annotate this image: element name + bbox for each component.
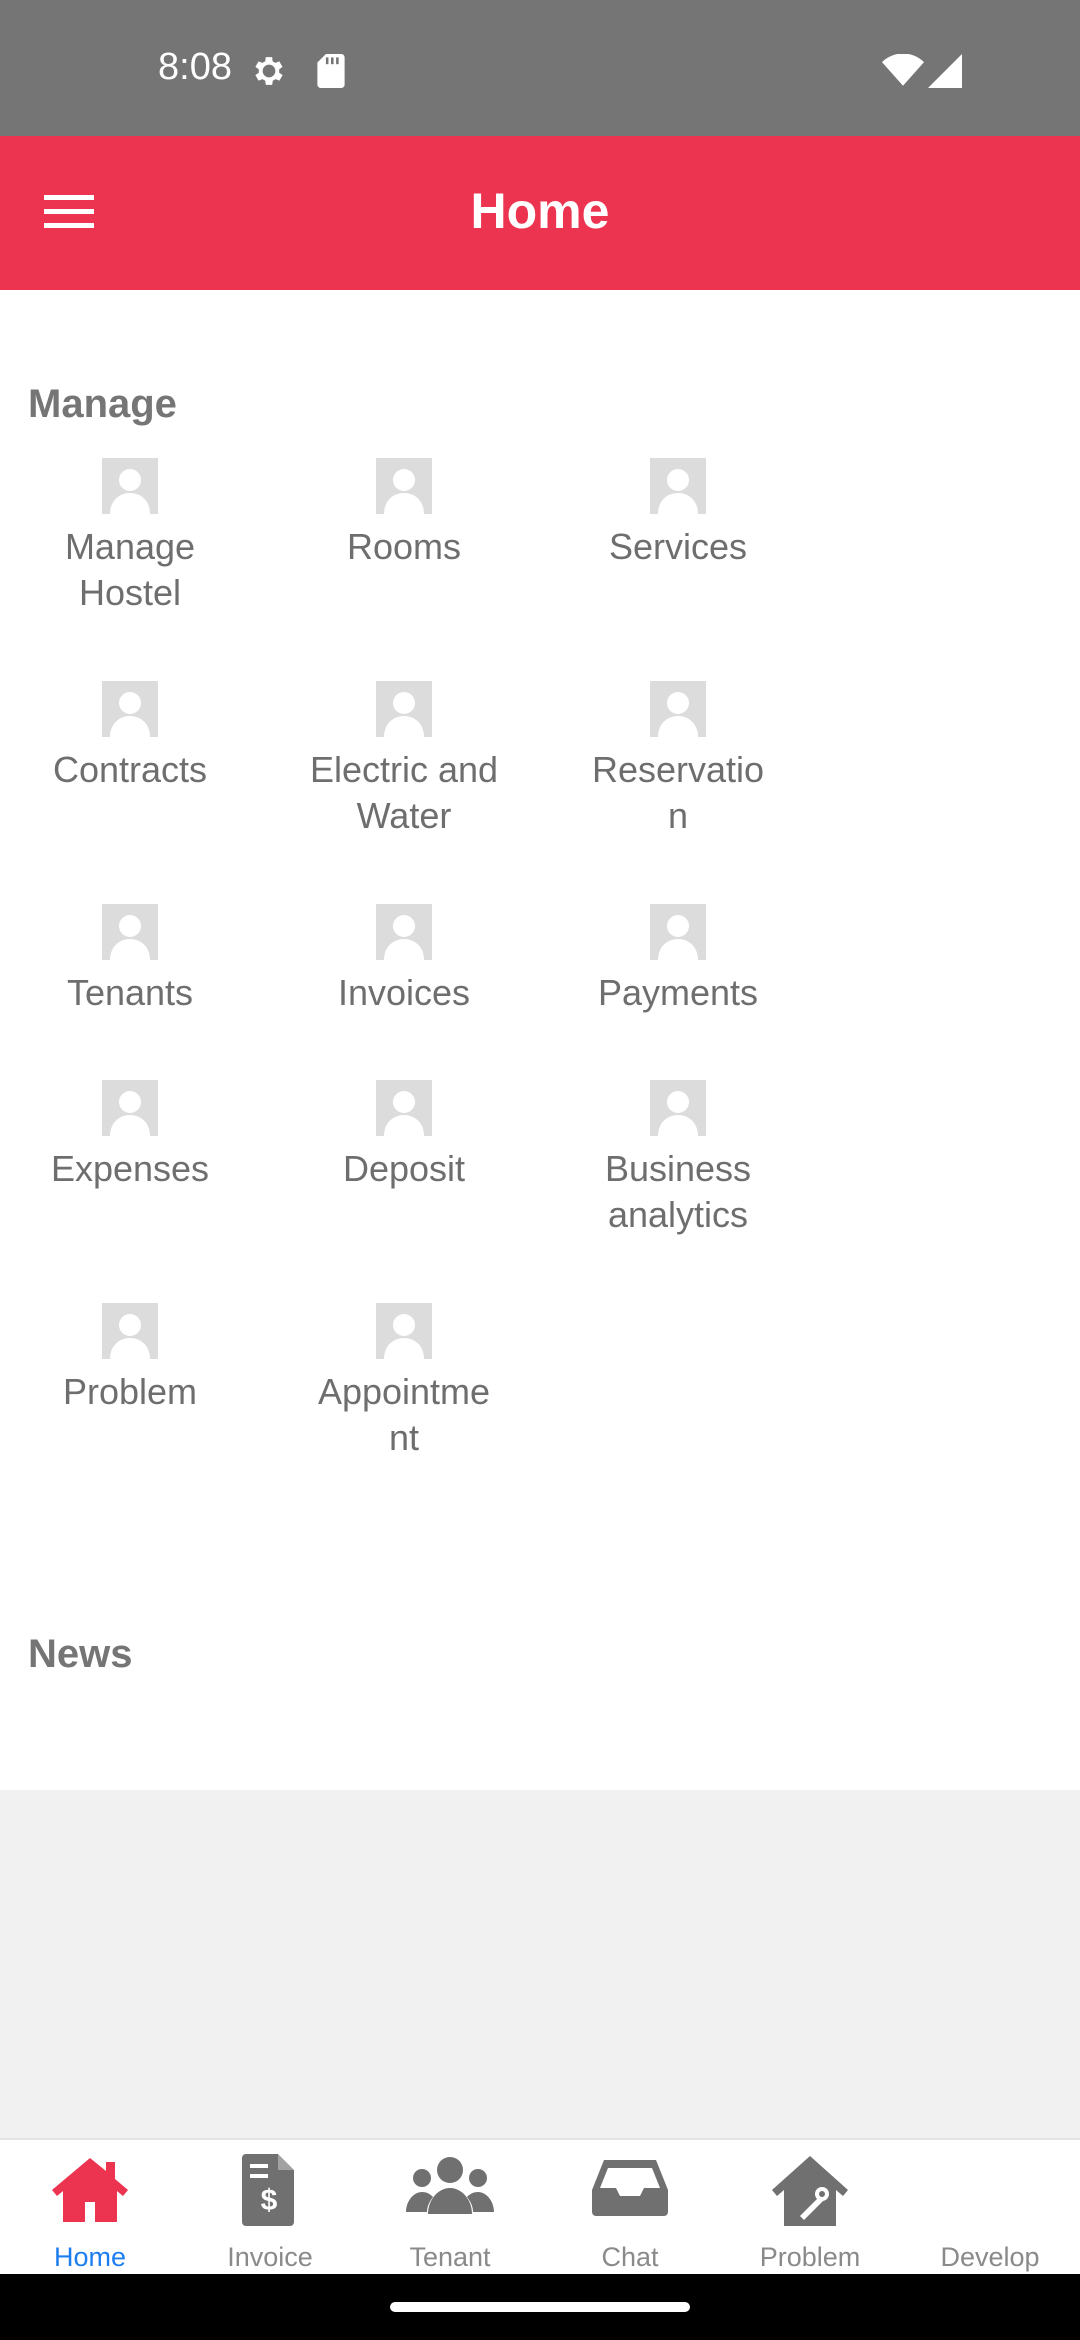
nav-item-chat[interactable]: Chat [540, 2140, 720, 2276]
sd-card-icon [316, 54, 346, 93]
avatar-placeholder-icon [376, 1303, 432, 1359]
nav-item-tenant[interactable]: Tenant [360, 2140, 540, 2276]
home-gesture-handle[interactable] [390, 2302, 690, 2312]
manage-tile-label: Expenses [50, 1148, 210, 1189]
manage-tile[interactable]: Manage Hostel [0, 458, 260, 616]
app-bar: Home [0, 136, 1080, 290]
avatar-placeholder-icon [376, 1080, 432, 1136]
manage-tile[interactable]: Rooms [274, 458, 534, 570]
svg-text:$: $ [261, 2184, 278, 2217]
manage-tile-label: Manage Hostel [64, 526, 196, 613]
avatar-placeholder-icon [102, 681, 158, 737]
nav-item-develop[interactable]: Develop [900, 2140, 1080, 2276]
manage-tile[interactable]: Tenants [0, 904, 260, 1016]
avatar-placeholder-icon [102, 458, 158, 514]
avatar-placeholder-icon [376, 458, 432, 514]
page-title: Home [470, 183, 610, 239]
avatar-placeholder-icon [650, 1080, 706, 1136]
avatar-placeholder-icon [376, 681, 432, 737]
manage-tile[interactable]: Invoices [274, 904, 534, 1016]
wifi-icon [882, 53, 924, 91]
news-section-title: News [28, 1632, 133, 1676]
manage-tile-label: Business analytics [604, 1148, 752, 1235]
manage-tile[interactable]: Reservatio n [548, 681, 808, 839]
nav-label-home: Home [53, 2242, 127, 2272]
nav-item-invoice[interactable]: $ Invoice [180, 2140, 360, 2276]
nav-item-problem[interactable]: Problem [720, 2140, 900, 2276]
manage-tile-label: Tenants [66, 972, 194, 1013]
manage-tile[interactable]: Deposit [274, 1080, 534, 1192]
manage-tile-label: Invoices [337, 972, 471, 1013]
avatar-placeholder-icon [650, 458, 706, 514]
invoice-icon: $ [242, 2154, 298, 2231]
nav-item-home[interactable]: Home [0, 2140, 180, 2276]
avatar-placeholder-icon [102, 1080, 158, 1136]
manage-tile-label: Electric and Water [309, 749, 499, 836]
gesture-navigation-bar [0, 2274, 1080, 2340]
avatar-placeholder-icon [650, 681, 706, 737]
manage-tile[interactable]: Payments [548, 904, 808, 1016]
avatar-placeholder-icon [102, 1303, 158, 1359]
avatar-placeholder-icon [650, 904, 706, 960]
manage-tile-label: Services [608, 526, 748, 567]
home-icon [50, 2154, 130, 2229]
nav-label-invoice: Invoice [227, 2242, 313, 2272]
manage-tile-label: Reservatio n [591, 749, 765, 836]
manage-tile-label: Payments [597, 972, 759, 1013]
manage-tile[interactable]: Expenses [0, 1080, 260, 1192]
bottom-nav: Home $ Invoice Tenant Chat Problem Devel… [0, 2138, 1080, 2274]
manage-tile-label: Contracts [52, 749, 208, 790]
manage-tile[interactable]: Electric and Water [274, 681, 534, 839]
inbox-icon [590, 2154, 670, 2223]
main-content: Manage Manage Hostel Rooms Services Contrac… [0, 290, 1080, 1790]
manage-tile[interactable]: Business analytics [548, 1080, 808, 1238]
settings-gear-icon [250, 52, 288, 95]
manage-tile[interactable]: Appointme nt [274, 1303, 534, 1461]
users-icon [406, 2154, 494, 2223]
manage-tile-label: Rooms [346, 526, 462, 567]
manage-tile[interactable]: Problem [0, 1303, 260, 1415]
manage-section-title: Manage [28, 382, 177, 426]
nav-label-develop: Develop [940, 2242, 1040, 2272]
avatar-placeholder-icon [102, 904, 158, 960]
manage-tile-label: Appointme nt [317, 1371, 491, 1458]
nav-label-tenant: Tenant [409, 2242, 491, 2272]
avatar-placeholder-icon [376, 904, 432, 960]
status-time: 8:08 [158, 46, 232, 88]
manage-tile[interactable]: Services [548, 458, 808, 570]
manage-tile-label: Problem [62, 1371, 198, 1412]
status-bar: 8:08 [0, 0, 1080, 136]
house-repair-icon [770, 2154, 850, 2233]
nav-label-chat: Chat [601, 2242, 659, 2272]
manage-tile[interactable]: Contracts [0, 681, 260, 793]
manage-tile-label: Deposit [342, 1148, 466, 1189]
nav-label-problem: Problem [759, 2242, 861, 2272]
cell-signal-icon [928, 54, 962, 93]
